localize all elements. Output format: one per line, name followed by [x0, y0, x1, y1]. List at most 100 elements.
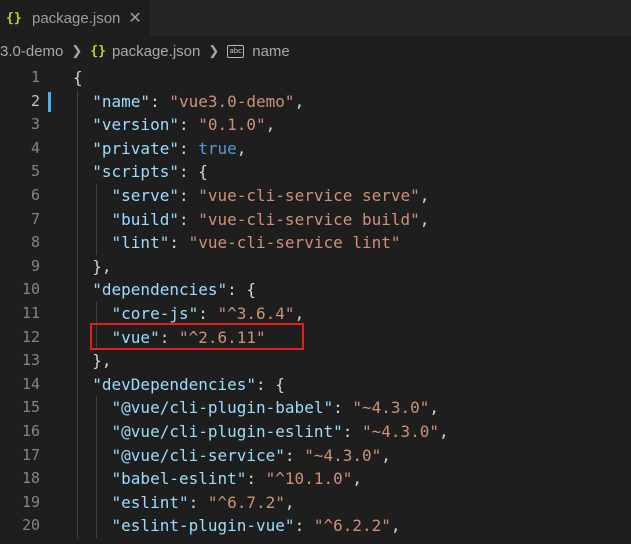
code-text: "build": "vue-cli-service build", [73, 208, 430, 232]
json-string: "vue3.0-demo" [169, 91, 295, 111]
tab-package-json[interactable]: {} package.json ✕ [0, 0, 150, 36]
code-text: "name": "vue3.0-demo", [73, 90, 304, 114]
punctuation: , [381, 445, 391, 465]
punctuation: , [284, 492, 295, 512]
json-key: "lint" [111, 233, 170, 253]
punctuation: : [284, 445, 305, 465]
breadcrumb-folder[interactable]: 3.0-demo [0, 43, 63, 60]
punctuation: : [178, 138, 199, 158]
punctuation [73, 446, 112, 465]
line-number: 7 [30, 209, 40, 228]
punctuation: : [188, 492, 208, 512]
code-line: 18 "babel-eslint": "^10.1.0", [0, 467, 631, 491]
line-number: 12 [21, 327, 40, 346]
active-line-indicator [48, 91, 51, 112]
code-text: "dependencies": { [73, 278, 256, 302]
punctuation [73, 92, 92, 111]
punctuation: : [178, 115, 199, 135]
breadcrumb-symbol[interactable]: name [252, 43, 290, 60]
json-key: "version" [92, 115, 179, 135]
line-number: 5 [30, 162, 40, 181]
punctuation [73, 422, 112, 441]
punctuation [73, 469, 112, 488]
punctuation: , [265, 115, 276, 135]
punctuation [73, 493, 112, 512]
punctuation: : [169, 233, 189, 253]
json-string: "vue-cli-service lint" [188, 233, 401, 253]
code-text: { [73, 66, 83, 90]
punctuation [73, 280, 92, 299]
json-key: "@vue/cli-plugin-eslint" [111, 422, 343, 441]
chevron-right-icon: ❯ [71, 43, 83, 58]
code-text: "eslint": "^6.7.2", [73, 491, 295, 515]
code-text: "@vue/cli-plugin-babel": "~4.3.0", [73, 396, 440, 420]
line-number: 6 [30, 186, 40, 204]
line-number: 4 [30, 138, 40, 157]
json-string: "^10.1.0" [265, 469, 353, 489]
punctuation: , [390, 516, 401, 536]
code-line: 9 }, [0, 255, 631, 279]
punctuation: : [150, 91, 170, 111]
code-text: "lint": "vue-cli-service lint" [73, 231, 401, 255]
close-icon[interactable]: ✕ [128, 8, 141, 28]
code-line: 8 "lint": "vue-cli-service lint" [0, 231, 631, 255]
json-key: "eslint-plugin-vue" [111, 516, 295, 536]
punctuation: : [178, 209, 199, 229]
json-string: "~4.3.0" [361, 422, 440, 441]
code-line: 17 "@vue/cli-service": "~4.3.0", [0, 444, 631, 468]
punctuation: : [198, 304, 218, 323]
code-line: 3 "version": "0.1.0", [0, 113, 631, 137]
punctuation [73, 516, 112, 535]
json-file-icon: {} [6, 10, 22, 26]
code-line: 7 "build": "vue-cli-service build", [0, 208, 631, 232]
punctuation: , [439, 422, 449, 441]
json-key: "eslint" [111, 492, 189, 512]
code-editor[interactable]: 1{2 "name": "vue3.0-demo", 3 "version": "… [0, 66, 631, 544]
line-number: 2 [30, 91, 40, 110]
punctuation [73, 375, 92, 394]
punctuation [73, 233, 112, 252]
code-text: }, [73, 349, 111, 373]
json-boolean: true [198, 138, 237, 158]
punctuation: : [178, 186, 199, 205]
string-property-icon: abc [227, 44, 245, 58]
punctuation: , [419, 186, 430, 205]
json-key: "@vue/cli-service" [111, 445, 285, 465]
code-line: 2 "name": "vue3.0-demo", [0, 90, 631, 114]
json-string: "^6.7.2" [207, 492, 285, 512]
json-string: "0.1.0" [198, 115, 266, 135]
punctuation: , [429, 398, 440, 418]
json-key: "@vue/cli-plugin-babel" [111, 398, 334, 418]
line-number: 8 [30, 233, 40, 252]
line-number: 18 [21, 469, 40, 488]
line-number: 19 [21, 492, 40, 511]
tab-label: package.json [32, 9, 121, 27]
json-string: "vue-cli-service build" [198, 209, 420, 229]
line-number: 16 [21, 422, 40, 440]
code-text: }, [73, 255, 111, 279]
punctuation: : { [227, 280, 257, 300]
line-number: 20 [21, 516, 40, 535]
json-key: "core-js" [111, 304, 199, 323]
json-file-icon: {} [90, 43, 106, 59]
punctuation: , [294, 91, 305, 111]
json-key: "build" [111, 209, 179, 229]
punctuation: : [333, 398, 353, 418]
json-string: "vue-cli-service serve" [198, 186, 420, 205]
punctuation: : [246, 469, 266, 489]
punctuation: , [352, 469, 362, 489]
json-key: "babel-eslint" [111, 469, 247, 489]
line-number: 3 [30, 115, 40, 134]
json-string: "~4.3.0" [304, 445, 382, 465]
punctuation [73, 398, 112, 417]
line-number: 15 [21, 398, 40, 417]
line-number: 10 [21, 280, 40, 299]
punctuation: : [294, 516, 314, 536]
json-string: "^6.2.2" [313, 516, 391, 536]
breadcrumb-file[interactable]: package.json [112, 43, 200, 60]
punctuation: , [294, 304, 305, 323]
punctuation: { [73, 68, 83, 87]
json-key: "scripts" [92, 162, 179, 182]
line-number: 17 [21, 445, 40, 464]
line-number: 1 [30, 68, 40, 86]
